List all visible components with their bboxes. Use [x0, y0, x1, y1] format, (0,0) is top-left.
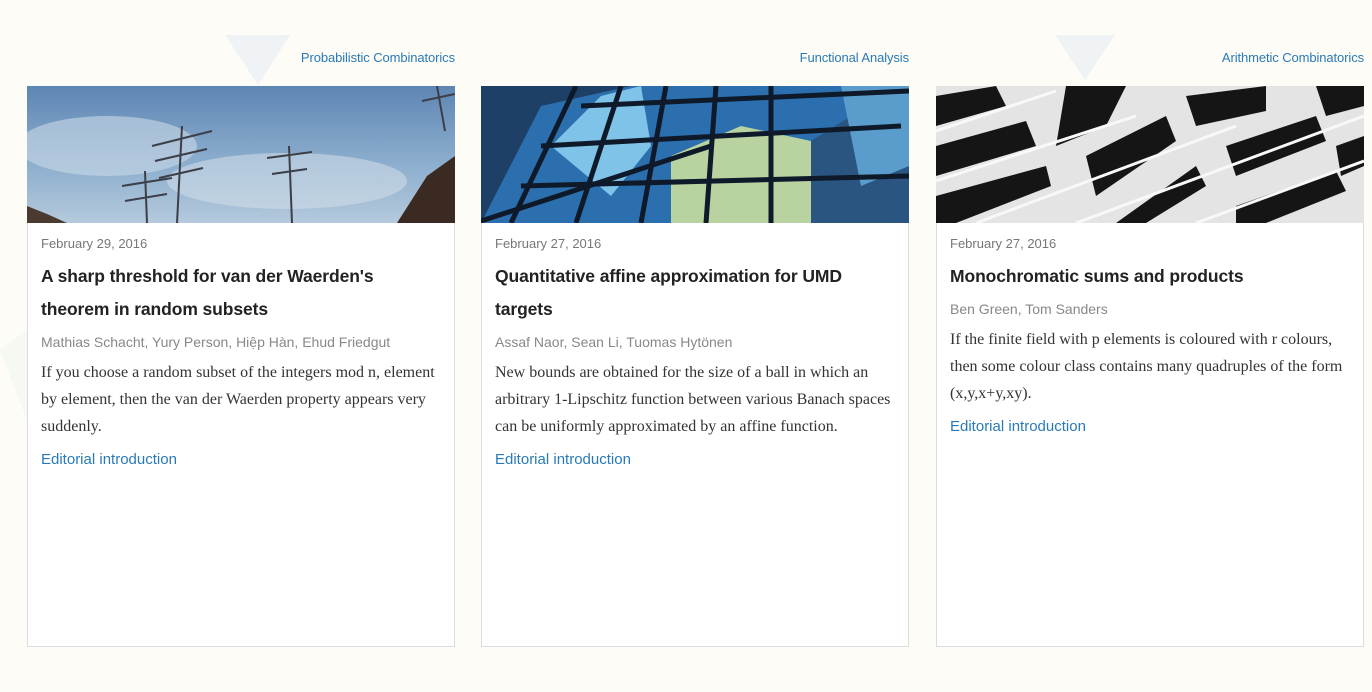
- article-card: February 27, 2016 Monochromatic sums and…: [936, 86, 1364, 647]
- antennas-sky-photo-icon: [27, 86, 455, 223]
- category-link[interactable]: Probabilistic Combinatorics: [301, 50, 455, 65]
- article-abstract: New bounds are obtained for the size of …: [495, 364, 891, 435]
- article-date: February 27, 2016: [950, 236, 1057, 251]
- article-authors: Mathias Schacht, Yury Person, Hiệp Hàn, …: [41, 334, 391, 350]
- article-body: February 29, 2016 A sharp threshold for …: [41, 236, 442, 469]
- category-link[interactable]: Arithmetic Combinatorics: [1222, 50, 1364, 65]
- article-abstract: If you choose a random subset of the int…: [41, 364, 435, 435]
- article-title[interactable]: A sharp threshold for van der Waerden's …: [41, 260, 442, 326]
- article-abstract: If the finite field with p elements is c…: [950, 331, 1343, 402]
- building-balconies-photo-icon: [936, 86, 1364, 223]
- article-card: February 27, 2016 Quantitative affine ap…: [481, 86, 909, 647]
- category-link[interactable]: Functional Analysis: [800, 50, 909, 65]
- article-thumbnail[interactable]: [481, 86, 909, 223]
- article-date: February 29, 2016: [41, 236, 148, 251]
- article-thumbnail[interactable]: [27, 86, 455, 223]
- editorial-introduction-link[interactable]: Editorial introduction: [41, 451, 177, 468]
- article-body: February 27, 2016 Monochromatic sums and…: [950, 236, 1351, 436]
- article-authors: Ben Green, Tom Sanders: [950, 301, 1108, 317]
- glass-facade-photo-icon: [481, 86, 909, 223]
- article-thumbnail[interactable]: [936, 86, 1364, 223]
- article-title[interactable]: Monochromatic sums and products: [950, 260, 1351, 293]
- article-title[interactable]: Quantitative affine approximation for UM…: [495, 260, 896, 326]
- editorial-introduction-link[interactable]: Editorial introduction: [495, 451, 631, 468]
- article-body: February 27, 2016 Quantitative affine ap…: [495, 236, 896, 469]
- article-card-grid: Probabilistic Combinatorics February 29,…: [27, 0, 1372, 692]
- article-date: February 27, 2016: [495, 236, 602, 251]
- article-authors: Assaf Naor, Sean Li, Tuomas Hytönen: [495, 334, 733, 350]
- article-card: February 29, 2016 A sharp threshold for …: [27, 86, 455, 647]
- editorial-introduction-link[interactable]: Editorial introduction: [950, 418, 1086, 435]
